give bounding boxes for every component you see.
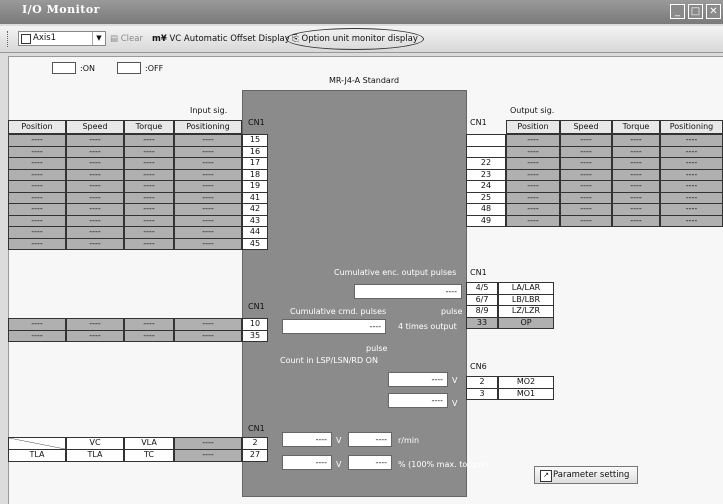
analog-signal-cell: TLA [8, 449, 66, 462]
toolbar-grip [7, 31, 11, 47]
input-column-header: Position [8, 120, 66, 134]
on-indicator [52, 62, 76, 74]
input-column-header: Speed [66, 120, 124, 134]
chevron-down-icon[interactable]: ▼ [92, 32, 105, 45]
output-pin-number: 49 [466, 214, 506, 227]
minimize-button[interactable]: _ [670, 4, 685, 19]
analog-v1-unit: V [336, 436, 342, 445]
output-column-header: Positioning [660, 120, 723, 134]
input2-signal-cell: ---- [8, 329, 66, 342]
analog-v2-unit: V [336, 460, 342, 469]
cn6-signal-name: MO1 [498, 387, 554, 400]
output-signal-cell: ---- [560, 214, 612, 227]
axis-select-value: Axis1 [33, 33, 57, 43]
times-output-label: 4 times output [398, 322, 457, 331]
input2-signal-cell: ---- [174, 329, 242, 342]
output-column-header: Speed [560, 120, 612, 134]
input-cn1-header: CN1 [248, 118, 265, 127]
analog-signal-cell: ---- [174, 449, 242, 462]
off-indicator [117, 62, 141, 74]
speed-value: ---- [348, 432, 392, 447]
input2-signal-cell: ---- [124, 329, 174, 342]
output-column-header: Torque [612, 120, 660, 134]
mo2-value: ---- [388, 372, 448, 387]
mo1-value: ---- [388, 393, 448, 408]
encoder-pin-number: 33 [466, 316, 498, 329]
arrow-up-right-icon: ↗ [540, 470, 552, 482]
analog-pin-number: 27 [242, 449, 268, 462]
input-pin-number: 45 [242, 237, 268, 250]
cum-cmd-unit: pulse [366, 344, 388, 353]
analog-pin-number: 2 [242, 437, 268, 450]
output-signal-title: Output sig. [510, 106, 555, 115]
analog-signal-cell: VLA [124, 437, 174, 450]
analog-v2-value: ---- [282, 455, 332, 470]
input-column-header: Positioning [174, 120, 242, 134]
input-signal-cell: ---- [174, 237, 242, 250]
cum-enc-unit: pulse [441, 307, 463, 316]
analog-diagonal-cell [8, 437, 66, 450]
output-signal-cell: ---- [612, 214, 660, 227]
analog-signal-cell: TC [124, 449, 174, 462]
analog-cn1-header: CN1 [248, 424, 265, 433]
title-bar: I/O Monitor _ □ ✕ [0, 0, 723, 24]
count-label: Count in LSP/LSN/RD ON [280, 356, 378, 365]
analog-signal-cell: TLA [66, 449, 124, 462]
clear-label: Clear [120, 34, 143, 44]
parameter-setting-button[interactable]: ↗ Parameter setting [534, 466, 638, 484]
vc-offset-button[interactable]: m¥ VC Automatic Offset Display [152, 31, 290, 47]
input2-signal-cell: ---- [66, 329, 124, 342]
close-button[interactable]: ✕ [706, 4, 721, 19]
input-signal-cell: ---- [66, 237, 124, 250]
on-label: :ON [80, 64, 95, 73]
speed-unit: r/min [398, 436, 420, 445]
cn6-pin-number: 3 [466, 387, 498, 400]
output-cn1-header: CN1 [470, 118, 487, 127]
cum-enc-label: Cumulative enc. output pulses [334, 268, 457, 277]
input-signal-cell: ---- [124, 237, 174, 250]
output-signal-cell: ---- [506, 214, 560, 227]
analog-v1-value: ---- [282, 432, 332, 447]
input2-cn1-header: CN1 [248, 302, 265, 311]
output-column-header: Position [506, 120, 560, 134]
cum-enc-value: ---- [354, 284, 462, 299]
encoder-signal-name: OP [498, 316, 554, 329]
clear-button[interactable]: ▤ Clear [110, 31, 143, 47]
input2-pin-number: 35 [242, 329, 268, 342]
mo2-unit: V [452, 376, 458, 385]
input-column-header: Torque [124, 120, 174, 134]
input-signal-cell: ---- [8, 237, 66, 250]
offset-icon: m¥ [152, 34, 167, 44]
maximize-button[interactable]: □ [688, 4, 703, 19]
analog-signal-cell: ---- [174, 437, 242, 450]
model-name: MR-J4-A Standard [329, 76, 400, 85]
input-signal-title: Input sig. [190, 106, 228, 115]
mo1-unit: V [452, 399, 458, 408]
window-title: I/O Monitor [22, 3, 100, 16]
encoder-cn1-header: CN1 [470, 268, 487, 277]
cum-cmd-label: Cumulative cmd. pulses [290, 307, 387, 316]
highlight-oval [286, 28, 424, 50]
cn6-header: CN6 [470, 362, 487, 371]
parameter-setting-label: Parameter setting [553, 470, 630, 480]
cum-cmd-value: ---- [282, 319, 386, 334]
off-label: :OFF [145, 64, 164, 73]
vc-offset-label: VC Automatic Offset Display [169, 34, 290, 44]
analog-signal-cell: VC [66, 437, 124, 450]
axis-select[interactable]: Axis1 ▼ [18, 31, 106, 46]
output-signal-cell: ---- [660, 214, 723, 227]
torque-value: ---- [348, 455, 392, 470]
clear-icon: ▤ [110, 34, 119, 44]
torque-unit: % (100% max. torque) [398, 460, 489, 469]
axis-icon [21, 34, 31, 44]
